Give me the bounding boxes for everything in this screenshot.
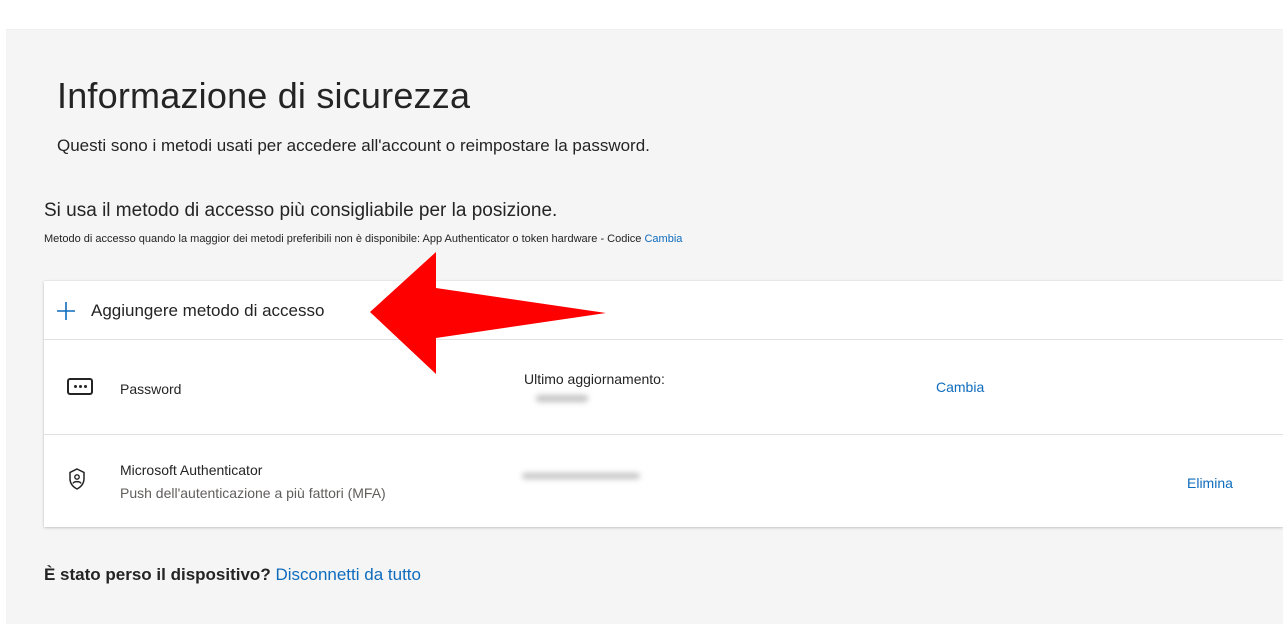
page-subtitle: Questi sono i metodi usati per accedere …	[57, 136, 650, 155]
method-row-password: Password Ultimo aggiornamento: Cambia	[44, 340, 1283, 435]
redacted-device	[522, 473, 640, 479]
authenticator-icon	[69, 468, 85, 490]
annotation-arrow-icon	[370, 252, 606, 374]
method-detail: Push dell'autenticazione a più fattori (…	[120, 485, 386, 501]
plus-icon	[57, 302, 75, 320]
default-method-heading: Si usa il metodo di accesso più consigli…	[44, 200, 558, 221]
redacted-date	[536, 395, 588, 402]
add-method-button[interactable]: Aggiungere metodo di accesso	[44, 281, 1283, 340]
method-name: Password	[120, 381, 182, 397]
default-method-note-text: Metodo di accesso quando la maggior dei …	[44, 233, 642, 245]
method-name: Microsoft Authenticator	[120, 462, 263, 478]
change-password-link[interactable]: Cambia	[936, 379, 984, 395]
sign-out-everywhere-link[interactable]: Disconnetti da tutto	[275, 565, 421, 584]
delete-authenticator-link[interactable]: Elimina	[1187, 475, 1233, 491]
security-methods-card: Aggiungere metodo di accesso Password Ul…	[44, 281, 1283, 527]
method-row-authenticator: Microsoft Authenticator Push dell'autent…	[44, 435, 1283, 529]
default-method-note: Metodo di accesso quando la maggior dei …	[44, 233, 682, 245]
password-dots-icon	[67, 378, 93, 395]
default-method-change-link[interactable]: Cambia	[644, 233, 682, 245]
add-method-label: Aggiungere metodo di accesso	[91, 301, 325, 320]
lost-device-question: È stato perso il dispositivo?	[44, 565, 271, 584]
page-title: Informazione di sicurezza	[57, 75, 471, 116]
lost-device-section: È stato perso il dispositivo? Disconnett…	[44, 565, 421, 585]
